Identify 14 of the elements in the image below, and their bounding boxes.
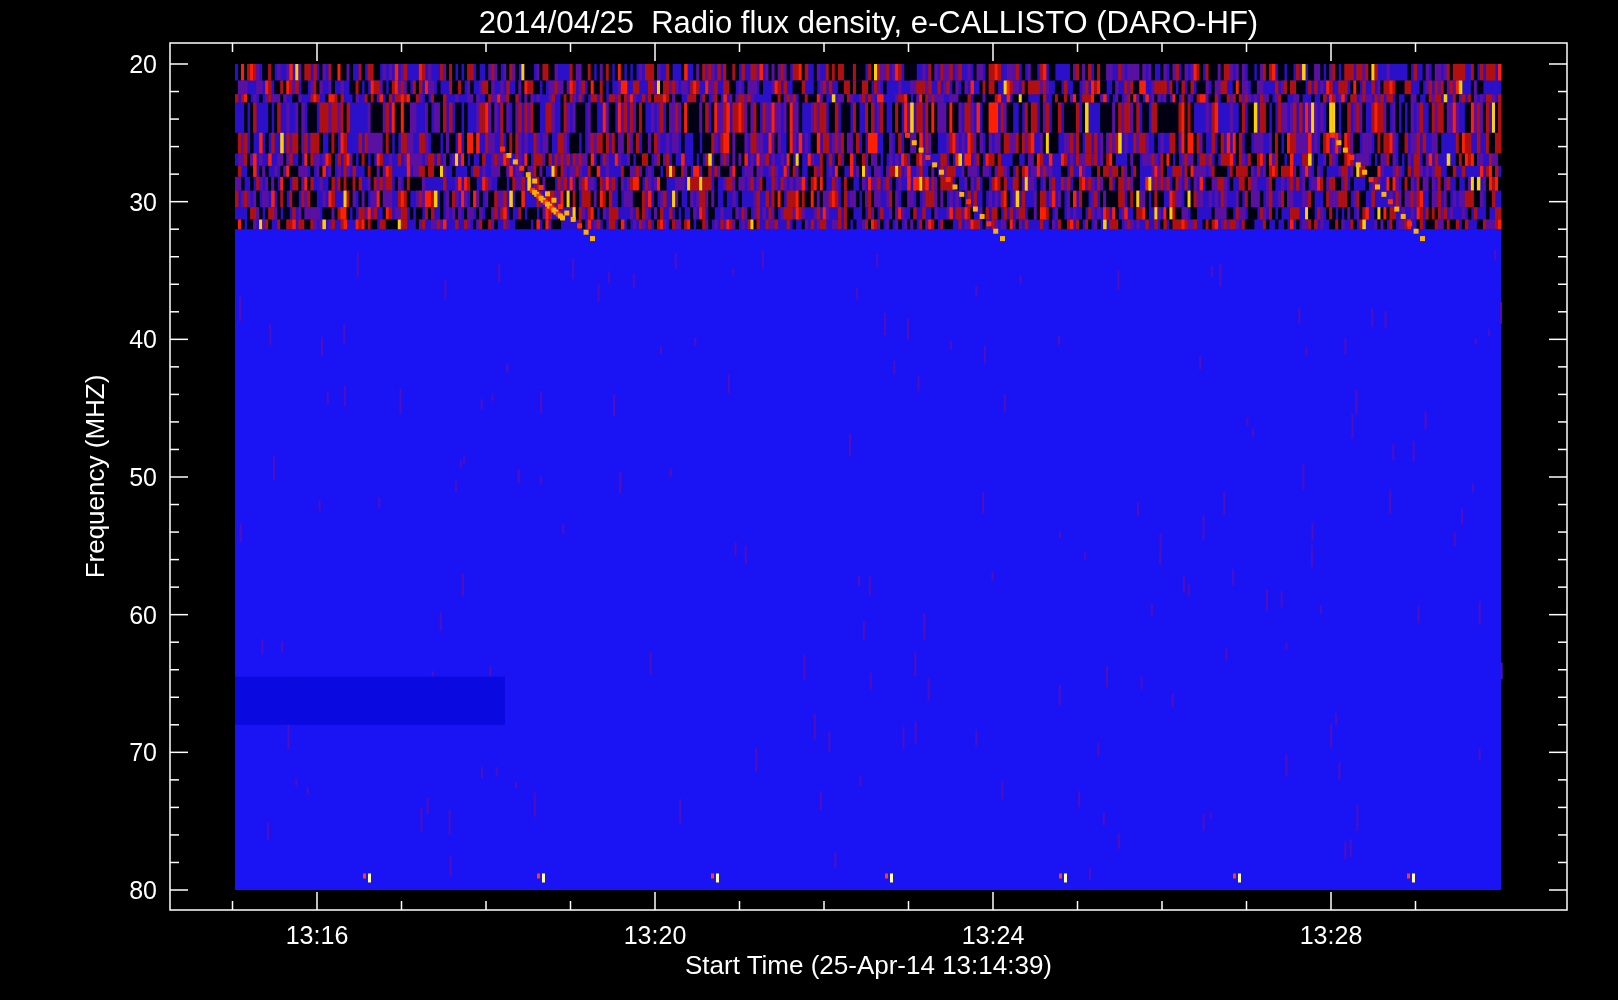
y-axis-label: Frequency (MHZ) [80, 374, 110, 579]
y-tick-label: 30 [129, 187, 157, 216]
x-axis-label: Start Time (25-Apr-14 13:14:39) [684, 950, 1053, 980]
y-tick-label: 50 [129, 463, 157, 491]
plot-title: 2014/04/25 Radio flux density, e-CALLISTO (DARO-HF) [478, 5, 1259, 40]
x-tick-label: 13:20 [623, 921, 687, 949]
y-tick-label: 20 [129, 50, 157, 78]
y-tick-label: 80 [129, 876, 157, 904]
y-tick-label: 60 [129, 600, 157, 629]
x-tick-label: 13:28 [1299, 921, 1363, 949]
y-tick-label: 70 [129, 738, 157, 767]
y-tick-label: 40 [129, 325, 157, 354]
x-tick-label: 13:16 [285, 921, 349, 949]
x-tick-label: 13:24 [961, 921, 1025, 949]
